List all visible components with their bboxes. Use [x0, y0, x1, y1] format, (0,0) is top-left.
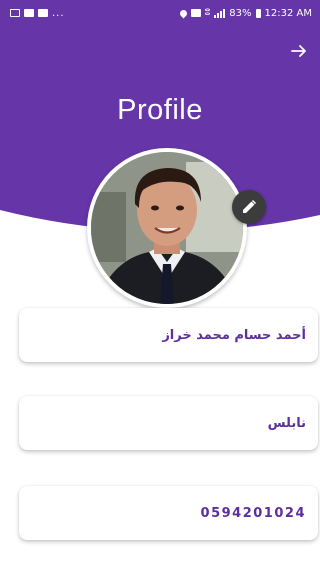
- avatar[interactable]: [91, 152, 243, 304]
- battery-icon: [255, 8, 261, 18]
- status-bar-notifications: ...: [10, 8, 65, 19]
- name-value: أحمد حسام محمد خراز: [162, 327, 306, 343]
- nfc-icon: [190, 9, 201, 17]
- more-notifications: ...: [52, 7, 65, 19]
- phone-field[interactable]: 0594201024: [19, 486, 318, 540]
- arrow-right-icon[interactable]: [290, 42, 308, 60]
- location-icon: [178, 8, 189, 18]
- battery-percent: 83%: [229, 7, 252, 19]
- city-value: نابلس: [267, 415, 306, 431]
- pencil-icon: [243, 199, 257, 213]
- city-field[interactable]: نابلس: [19, 396, 318, 450]
- avatar-frame: [87, 148, 247, 308]
- edit-avatar-button[interactable]: [232, 190, 266, 224]
- status-bar: ... ⵓ 83% 12:32 AM: [0, 0, 320, 26]
- notification-icon: [10, 9, 20, 17]
- status-time: 12:32 AM: [264, 7, 312, 19]
- name-field[interactable]: أحمد حسام محمد خراز: [19, 308, 318, 362]
- notification-icon: [38, 9, 48, 17]
- page-title: Profile: [117, 94, 203, 126]
- vibrate-icon: ⵓ: [204, 8, 211, 18]
- profile-screen: ... ⵓ 83% 12:32 AM Profile أحمد حسام محم…: [0, 0, 320, 567]
- phone-value: 0594201024: [200, 505, 306, 521]
- notification-icon: [24, 9, 34, 17]
- signal-icon: [214, 8, 226, 18]
- status-bar-system: ⵓ 83% 12:32 AM: [178, 7, 312, 19]
